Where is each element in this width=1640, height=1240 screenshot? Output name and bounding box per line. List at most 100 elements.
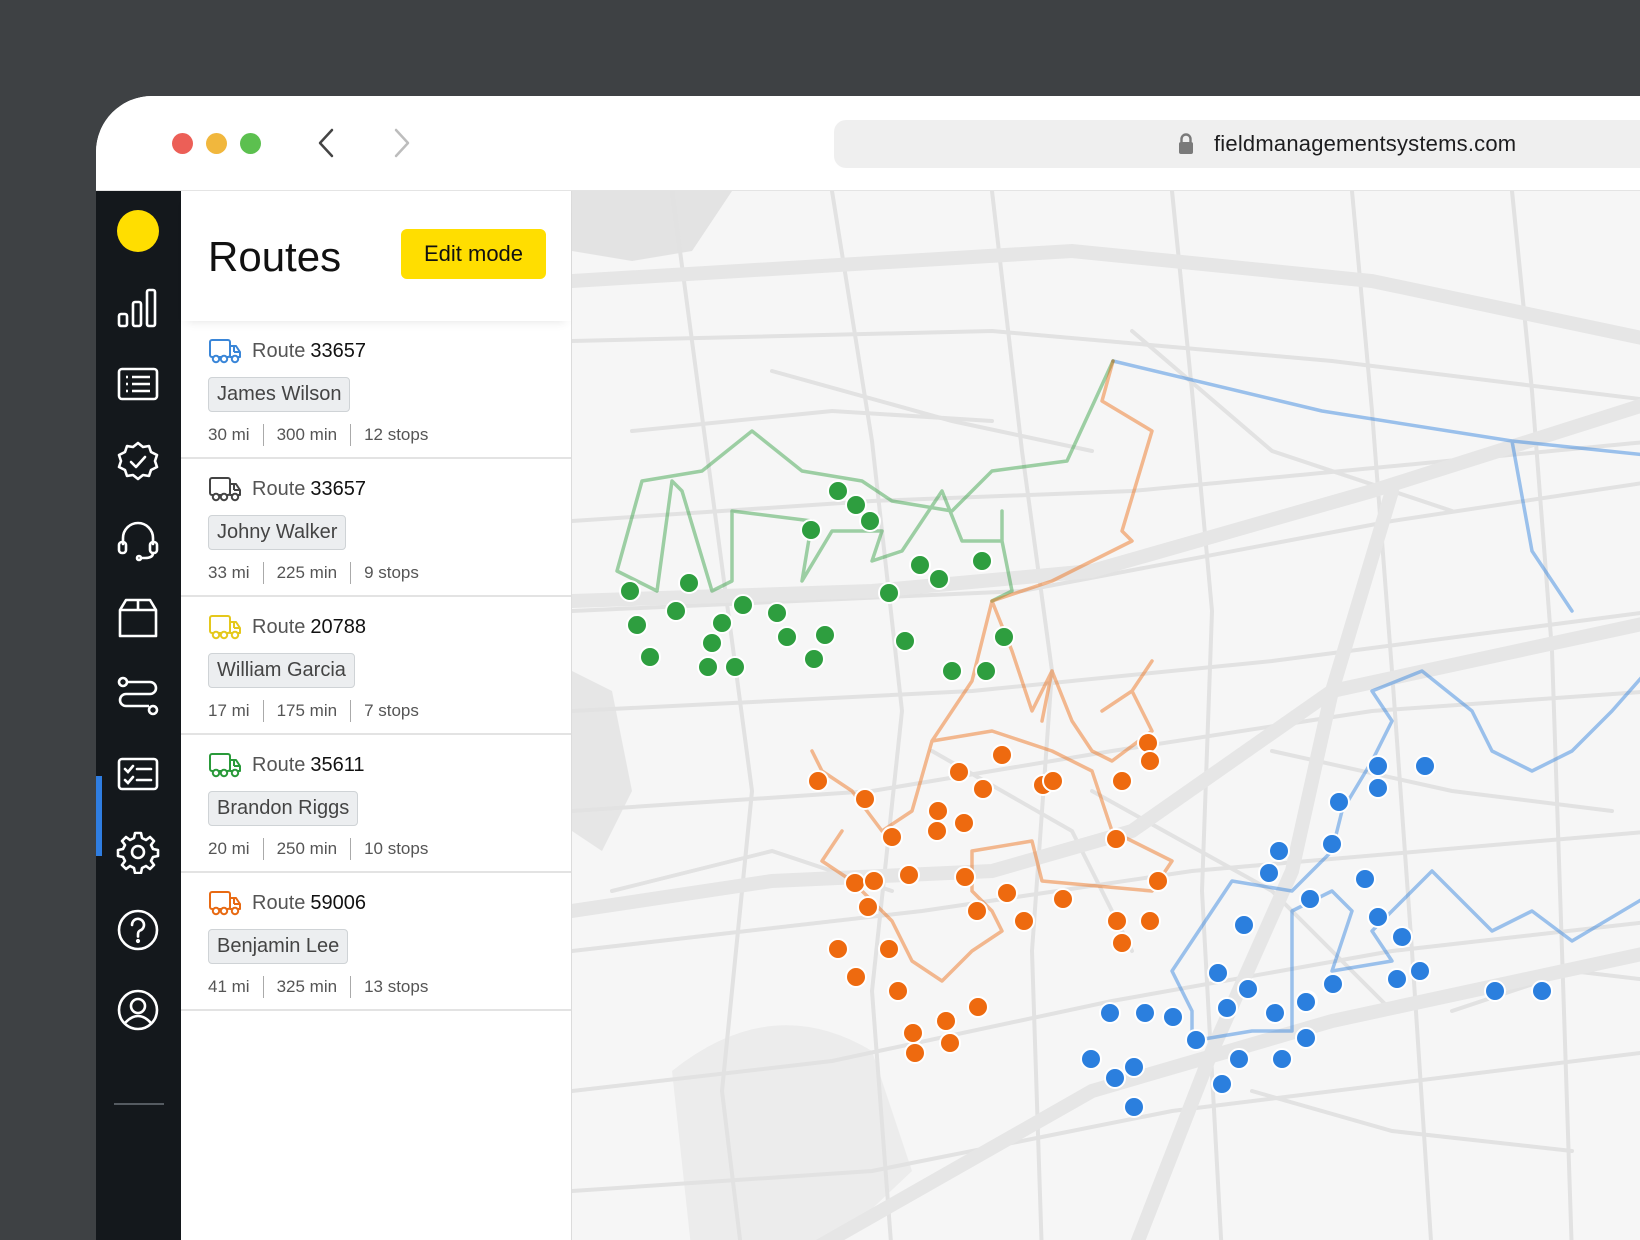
meta-divider <box>350 700 352 722</box>
app-logo[interactable] <box>117 210 159 252</box>
meta-divider <box>350 562 352 584</box>
blue-stop-marker <box>1233 914 1255 936</box>
orange-stop-marker <box>1137 732 1159 754</box>
address-bar[interactable]: fieldmanagementsystems.com <box>834 120 1640 168</box>
green-stop-marker <box>878 582 900 604</box>
meta-divider <box>262 424 264 446</box>
nav-routes[interactable] <box>116 674 160 718</box>
edit-mode-button[interactable]: Edit mode <box>401 229 546 279</box>
green-stop-marker <box>678 572 700 594</box>
blue-stop-marker <box>1080 1048 1102 1070</box>
orange-stop-marker <box>898 864 920 886</box>
orange-stop-marker <box>972 778 994 800</box>
green-stop-marker <box>766 602 788 624</box>
headset-icon <box>117 521 159 562</box>
orange-stop-marker <box>996 882 1018 904</box>
route-header: Route 35611 <box>208 751 365 779</box>
orange-stop-marker <box>927 800 949 822</box>
green-stop-marker <box>975 660 997 682</box>
route-card[interactable]: Route 33657 Johny Walker 33 mi 225 min 9… <box>181 459 571 597</box>
route-card[interactable]: Route 35611 Brandon Riggs 20 mi 250 min … <box>181 735 571 873</box>
green-stop-marker <box>814 624 836 646</box>
orange-stop-marker <box>1013 910 1035 932</box>
browser-window: fieldmanagementsystems.com Routes Edit m… <box>96 96 1640 1240</box>
orange-stop-marker <box>827 938 849 960</box>
blue-stop-marker <box>1409 960 1431 982</box>
route-card[interactable]: Route 59006 Benjamin Lee 41 mi 325 min 1… <box>181 873 571 1011</box>
back-button[interactable] <box>312 126 344 160</box>
blue-stop-marker <box>1207 962 1229 984</box>
truck-icon <box>209 891 241 916</box>
route-meta: 41 mi 325 min 13 stops <box>208 976 428 998</box>
green-stop-marker <box>941 660 963 682</box>
green-stop-marker <box>776 626 798 648</box>
route-distance: 30 mi <box>208 425 250 444</box>
nav-inventory[interactable] <box>116 596 160 640</box>
route-duration: 175 min <box>276 701 338 720</box>
nav-help[interactable] <box>116 908 160 952</box>
nav-analytics[interactable] <box>116 286 160 330</box>
orange-stop-marker <box>854 788 876 810</box>
orange-stop-marker <box>966 900 988 922</box>
lock-icon <box>1179 133 1193 154</box>
nav-profile[interactable] <box>116 988 160 1032</box>
blue-stop-marker <box>1328 791 1350 813</box>
box-icon <box>118 598 158 638</box>
driver-chip: Johny Walker <box>208 515 347 550</box>
browser-titlebar: fieldmanagementsystems.com <box>96 96 1640 191</box>
orange-stop-marker <box>863 870 885 892</box>
orange-stop-marker <box>881 826 903 848</box>
blue-stop-marker <box>1391 926 1413 948</box>
orange-stop-marker <box>887 980 909 1002</box>
route-label: Route <box>252 339 306 362</box>
green-stop-marker <box>724 656 746 678</box>
green-stop-marker <box>909 554 931 576</box>
green-stop-marker <box>993 626 1015 648</box>
route-duration: 325 min <box>276 977 338 996</box>
orange-stop-marker <box>904 1042 926 1064</box>
chevron-right-icon <box>394 128 410 158</box>
nav-settings[interactable] <box>116 830 160 875</box>
orange-stop-marker <box>953 812 975 834</box>
nav-support[interactable] <box>116 518 160 562</box>
page-title: Routes <box>208 233 342 280</box>
orange-stop-marker <box>1105 828 1127 850</box>
green-stop-marker <box>697 656 719 678</box>
route-meta: 17 mi 175 min 7 stops <box>208 700 419 722</box>
route-card[interactable]: Route 33657 James Wilson 30 mi 300 min 1… <box>181 321 571 459</box>
truck-icon <box>209 753 241 778</box>
route-meta: 30 mi 300 min 12 stops <box>208 424 428 446</box>
forward-button[interactable] <box>386 126 418 160</box>
driver-chip: Benjamin Lee <box>208 929 349 964</box>
green-stop-marker <box>626 614 648 636</box>
minimize-window-button[interactable] <box>206 133 227 154</box>
nav-verified[interactable] <box>116 440 160 484</box>
green-stop-marker <box>639 646 661 668</box>
blue-stop-marker <box>1367 906 1389 928</box>
blue-stop-marker <box>1321 833 1343 855</box>
blue-stop-marker <box>1123 1096 1145 1118</box>
blue-stop-marker <box>1268 840 1290 862</box>
analytics-icon <box>117 288 157 328</box>
route-number: 33657 <box>310 339 366 362</box>
blue-stop-marker <box>1386 968 1408 990</box>
map-canvas[interactable] <box>572 191 1640 1240</box>
orange-stop-marker <box>967 996 989 1018</box>
green-stop-marker <box>894 630 916 652</box>
route-label: Route <box>252 615 306 638</box>
route-label: Route <box>252 891 306 914</box>
route-label: Route <box>252 477 306 500</box>
close-window-button[interactable] <box>172 133 193 154</box>
nav-list[interactable] <box>116 362 160 406</box>
blue-stop-marker <box>1258 862 1280 884</box>
meta-divider <box>262 838 264 860</box>
blue-stop-marker <box>1322 973 1344 995</box>
route-card[interactable]: Route 20788 William Garcia 17 mi 175 min… <box>181 597 571 735</box>
map-view[interactable] <box>572 191 1640 1240</box>
orange-stop-marker <box>926 820 948 842</box>
nav-tasks[interactable] <box>116 752 160 796</box>
orange-stop-marker <box>1111 770 1133 792</box>
orange-stop-marker <box>857 896 879 918</box>
maximize-window-button[interactable] <box>240 133 261 154</box>
green-stop-marker <box>859 510 881 532</box>
